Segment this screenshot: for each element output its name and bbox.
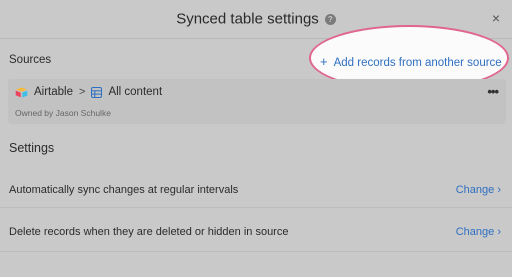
source-owner: Owned by Jason Schulke [15,108,111,118]
more-icon[interactable]: ••• [487,84,499,99]
change-delete-label: Change [455,226,495,238]
divider [0,251,512,252]
chevron-right-icon: > [79,86,86,98]
setting-row-delete: Delete records when they are deleted or … [9,226,288,238]
add-records-label: Add records from another source [333,57,502,69]
dialog-title: Synced table settings [176,10,319,28]
divider [0,207,512,208]
close-icon[interactable]: × [492,10,500,26]
source-view-name: All content [108,86,163,98]
plus-icon: + [320,54,328,69]
change-sync-label: Change [455,184,495,196]
sources-heading: Sources [9,54,52,66]
source-base-name: Airtable [34,86,73,98]
setting-row-sync-rest: at regular intervals [144,184,239,196]
change-delete-button[interactable]: Change › [456,226,501,238]
settings-heading: Settings [9,141,55,155]
setting-row-sync-bold: Automatically sync changes [9,184,145,196]
airtable-logo-icon [15,87,28,97]
add-records-button[interactable]: + Add records from another source [320,54,502,69]
source-path: Airtable > All content [15,86,162,98]
setting-row-delete-rest: when they are deleted or hidden in sourc… [80,226,289,238]
setting-row-sync: Automatically sync changes at regular in… [9,184,238,196]
chevron-right-icon: › [497,184,501,196]
dialog-title-wrap: Synced table settings? [0,10,512,28]
change-sync-button[interactable]: Change › [456,184,501,196]
chevron-right-icon: › [497,226,501,238]
source-card[interactable]: Airtable > All content Owned by Jason Sc… [8,79,506,124]
setting-row-delete-bold: Delete records [9,226,81,238]
help-icon[interactable]: ? [324,13,336,25]
grid-table-icon [91,86,103,98]
